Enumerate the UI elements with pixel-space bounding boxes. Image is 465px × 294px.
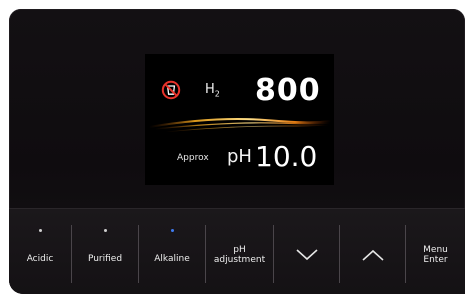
purified-label: Purified	[87, 254, 123, 264]
button-bar: Acidic Purified Alkaline pH adjustment M…	[9, 208, 465, 294]
wave-graphic	[148, 118, 332, 133]
purified-button[interactable]: Purified	[72, 209, 138, 294]
up-button[interactable]	[340, 209, 405, 294]
acidic-label: Acidic	[26, 254, 54, 264]
approx-label: Approx	[177, 153, 209, 163]
indicator-dot	[104, 229, 107, 232]
chevron-up-icon	[361, 249, 384, 261]
alkaline-button[interactable]: Alkaline	[139, 209, 205, 294]
ph-adjustment-label: pH adjustment	[213, 245, 266, 265]
active-indicator-dot	[171, 229, 174, 232]
acidic-button[interactable]: Acidic	[9, 209, 71, 294]
water-dispenser-panel: H2 800 Approx pH 10.0 Acidic Purified Al…	[9, 9, 465, 294]
menu-enter-button[interactable]: Menu Enter	[406, 209, 465, 294]
down-button[interactable]	[274, 209, 339, 294]
ph-label: pH	[227, 146, 252, 167]
menu-enter-label: Menu Enter	[423, 245, 448, 265]
chevron-down-icon	[295, 249, 318, 261]
alkaline-label: Alkaline	[154, 254, 190, 264]
hydrogen-label: H2	[205, 82, 220, 99]
status-display: H2 800 Approx pH 10.0	[145, 54, 334, 185]
no-cup-icon	[161, 80, 181, 100]
hydrogen-value: 800	[255, 73, 321, 108]
indicator-dot	[39, 229, 42, 232]
ph-value: 10.0	[255, 140, 318, 173]
ph-adjustment-button[interactable]: pH adjustment	[206, 209, 273, 294]
